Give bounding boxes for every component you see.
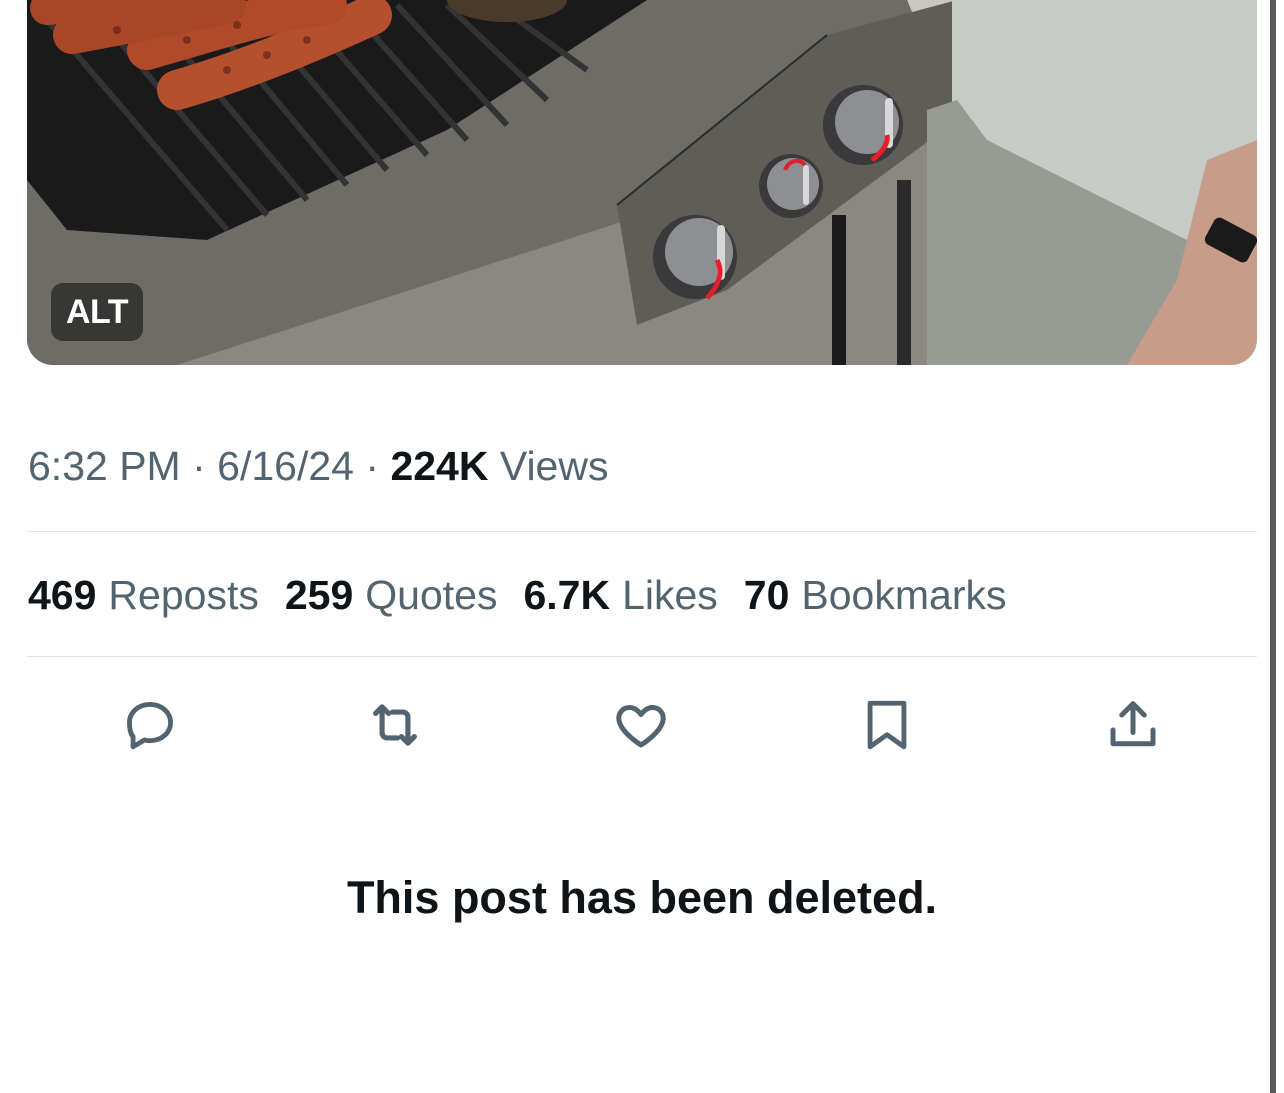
reposts-count: 469 (28, 572, 97, 618)
tweet-media-image[interactable] (27, 0, 1257, 365)
post-date[interactable]: 6/16/24 (217, 443, 354, 489)
reply-icon (127, 702, 173, 750)
repost-button[interactable] (360, 690, 430, 760)
quotes-stat[interactable]: 259 Quotes (285, 572, 498, 619)
views-count: 224K (390, 443, 489, 489)
likes-stat[interactable]: 6.7K Likes (523, 572, 717, 619)
divider (27, 656, 1257, 657)
heart-icon (616, 705, 666, 748)
reply-button[interactable] (115, 690, 185, 760)
share-icon (1110, 701, 1156, 747)
action-bar (0, 690, 1284, 760)
bookmark-button[interactable] (852, 690, 922, 760)
share-button[interactable] (1098, 690, 1168, 760)
bookmark-icon (867, 700, 907, 750)
separator-dot: · (192, 443, 206, 489)
bookmarks-stat[interactable]: 70 Bookmarks (744, 572, 1007, 619)
like-button[interactable] (606, 690, 676, 760)
bookmarks-label: Bookmarks (801, 572, 1007, 618)
scrollbar[interactable] (1270, 0, 1276, 1093)
quotes-count: 259 (284, 572, 354, 618)
alt-text-badge[interactable]: ALT (51, 283, 144, 341)
repost-icon (373, 704, 417, 746)
likes-count: 6.7K (523, 572, 611, 618)
likes-label: Likes (622, 572, 718, 618)
reposts-stat[interactable]: 469 Reposts (28, 572, 259, 619)
reposts-label: Reposts (108, 572, 259, 618)
engagement-stats: 469 Reposts 259 Quotes 6.7K Likes 70 Bookmar… (28, 572, 1006, 619)
divider (27, 531, 1257, 532)
post-timestamp-views: 6:32 PM · 6/16/24 · 224K Views (28, 443, 608, 490)
post-time[interactable]: 6:32 PM (28, 443, 181, 489)
quotes-label: Quotes (365, 572, 498, 618)
bookmarks-count: 70 (743, 572, 790, 618)
separator-dot: · (365, 443, 380, 489)
deleted-post-notice: This post has been deleted. (346, 872, 938, 923)
grill-photo (27, 0, 1257, 365)
views-label: Views (488, 443, 609, 489)
